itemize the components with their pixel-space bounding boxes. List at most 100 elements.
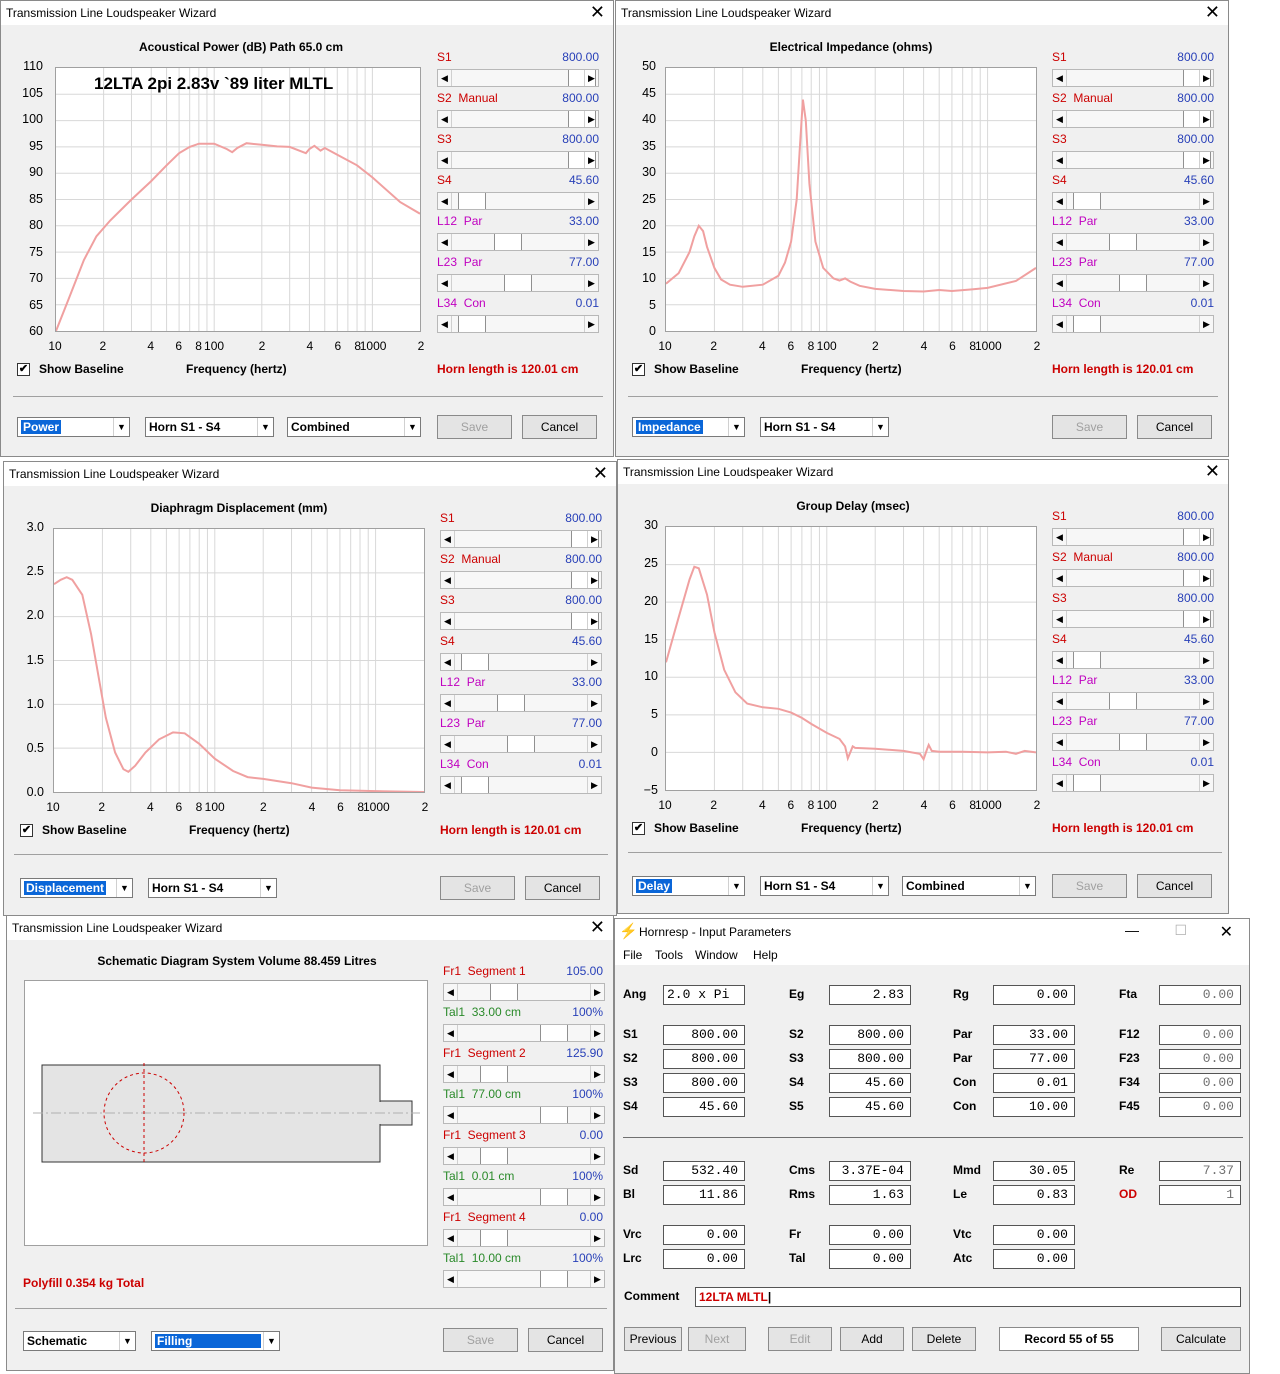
slider-track[interactable]: ◀ ▶ <box>437 274 599 292</box>
slider-track[interactable]: ◀ ▶ <box>1052 274 1214 292</box>
slider-thumb[interactable] <box>1073 652 1101 668</box>
param-slider[interactable]: Tal1 10.00 cm 100% ◀ ▶ <box>443 1251 605 1292</box>
arrow-right-icon[interactable]: ▶ <box>587 531 601 547</box>
param-slider[interactable]: Fr1 Segment 2 125.90 ◀ ▶ <box>443 1046 605 1087</box>
delete-button[interactable]: Delete <box>912 1327 976 1351</box>
arrow-left-icon[interactable]: ◀ <box>444 984 458 1000</box>
minimize-icon[interactable]: — <box>1125 922 1139 938</box>
slider-track[interactable]: ◀ ▶ <box>440 612 602 630</box>
param-field[interactable]: 0.00 <box>993 1249 1075 1269</box>
arrow-left-icon[interactable]: ◀ <box>1053 775 1067 791</box>
slider-thumb[interactable] <box>490 984 518 1000</box>
arrow-right-icon[interactable]: ▶ <box>584 316 598 332</box>
slider-thumb[interactable] <box>1073 316 1101 332</box>
slider-track[interactable]: ◀ ▶ <box>437 315 599 333</box>
param-field[interactable]: 33.00 <box>993 1025 1075 1045</box>
param-field[interactable]: 0.00 <box>829 1249 911 1269</box>
slider-thumb[interactable] <box>497 695 525 711</box>
arrow-left-icon[interactable]: ◀ <box>441 777 455 793</box>
edit-button[interactable]: Edit <box>768 1327 832 1351</box>
arrow-right-icon[interactable]: ▶ <box>590 1271 604 1287</box>
arrow-left-icon[interactable]: ◀ <box>1053 734 1067 750</box>
arrow-left-icon[interactable]: ◀ <box>441 572 455 588</box>
arrow-right-icon[interactable]: ▶ <box>584 234 598 250</box>
arrow-right-icon[interactable]: ▶ <box>1199 275 1213 291</box>
previous-button[interactable]: Previous <box>624 1327 682 1351</box>
param-slider[interactable]: S3 800.00 ◀ ▶ <box>440 593 602 634</box>
arrow-left-icon[interactable]: ◀ <box>1053 529 1067 545</box>
arrow-right-icon[interactable]: ▶ <box>584 152 598 168</box>
param-field[interactable]: 0.00 <box>1159 1097 1241 1117</box>
arrow-left-icon[interactable]: ◀ <box>441 654 455 670</box>
slider-thumb[interactable] <box>540 1189 568 1205</box>
arrow-right-icon[interactable]: ▶ <box>1199 693 1213 709</box>
arrow-left-icon[interactable]: ◀ <box>441 736 455 752</box>
slider-track[interactable]: ◀ ▶ <box>1052 192 1214 210</box>
arrow-right-icon[interactable]: ▶ <box>590 1066 604 1082</box>
slider-thumb[interactable] <box>461 654 489 670</box>
arrow-right-icon[interactable]: ▶ <box>584 70 598 86</box>
maximize-icon[interactable]: ☐ <box>1174 922 1187 939</box>
arrow-left-icon[interactable]: ◀ <box>444 1025 458 1041</box>
slider-track[interactable]: ◀ ▶ <box>1052 692 1214 710</box>
param-slider[interactable]: L12 Par 33.00 ◀ ▶ <box>440 675 602 716</box>
param-field[interactable]: 0.83 <box>993 1185 1075 1205</box>
param-field[interactable]: 45.60 <box>663 1097 745 1117</box>
slider-thumb[interactable] <box>540 1025 568 1041</box>
cancel-button[interactable]: Cancel <box>528 1328 603 1352</box>
param-field[interactable]: 800.00 <box>663 1073 745 1093</box>
slider-track[interactable]: ◀ ▶ <box>443 1229 605 1247</box>
close-icon[interactable]: ✕ <box>590 2 605 22</box>
param-field[interactable]: 2.0 x Pi <box>663 985 745 1005</box>
close-icon[interactable]: ✕ <box>1220 922 1233 942</box>
arrow-right-icon[interactable]: ▶ <box>1199 111 1213 127</box>
param-field[interactable]: 45.60 <box>829 1073 911 1093</box>
param-field[interactable]: 0.00 <box>993 1225 1075 1245</box>
arrow-right-icon[interactable]: ▶ <box>590 1230 604 1246</box>
param-field[interactable]: 0.00 <box>993 985 1075 1005</box>
param-slider[interactable]: S1 800.00 ◀ ▶ <box>437 50 599 91</box>
menu-window[interactable]: Window <box>695 948 738 962</box>
arrow-left-icon[interactable]: ◀ <box>441 695 455 711</box>
arrow-right-icon[interactable]: ▶ <box>590 984 604 1000</box>
param-field[interactable]: 1.63 <box>829 1185 911 1205</box>
arrow-left-icon[interactable]: ◀ <box>1053 193 1067 209</box>
slider-thumb[interactable] <box>1109 693 1137 709</box>
param-slider[interactable]: Fr1 Segment 4 0.00 ◀ ▶ <box>443 1210 605 1251</box>
param-slider[interactable]: S2 Manual 800.00 ◀ ▶ <box>1052 91 1214 132</box>
param-field[interactable]: 3.37E-04 <box>829 1161 911 1181</box>
arrow-right-icon[interactable]: ▶ <box>584 111 598 127</box>
arrow-right-icon[interactable]: ▶ <box>1199 734 1213 750</box>
arrow-right-icon[interactable]: ▶ <box>584 275 598 291</box>
calculate-button[interactable]: Calculate <box>1161 1327 1241 1351</box>
cancel-button[interactable]: Cancel <box>1137 874 1212 898</box>
horn-select[interactable]: Horn S1 - S4 ▼ <box>760 417 889 437</box>
schematic-select[interactable]: Schematic ▼ <box>23 1331 136 1351</box>
slider-track[interactable]: ◀ ▶ <box>1052 528 1214 546</box>
slider-thumb[interactable] <box>458 193 486 209</box>
param-slider[interactable]: S4 45.60 ◀ ▶ <box>1052 173 1214 214</box>
arrow-right-icon[interactable]: ▶ <box>587 613 601 629</box>
arrow-left-icon[interactable]: ◀ <box>444 1066 458 1082</box>
combined-select[interactable]: Combined ▼ <box>902 876 1036 896</box>
slider-thumb[interactable] <box>480 1148 508 1164</box>
param-slider[interactable]: S2 Manual 800.00 ◀ ▶ <box>440 552 602 593</box>
slider-track[interactable]: ◀ ▶ <box>443 1147 605 1165</box>
slider-thumb[interactable] <box>1109 234 1137 250</box>
arrow-right-icon[interactable]: ▶ <box>590 1189 604 1205</box>
arrow-right-icon[interactable]: ▶ <box>587 695 601 711</box>
slider-thumb[interactable] <box>1073 193 1101 209</box>
menu-help[interactable]: Help <box>753 948 778 962</box>
param-field[interactable]: 800.00 <box>829 1025 911 1045</box>
param-field[interactable]: 800.00 <box>663 1025 745 1045</box>
slider-thumb[interactable] <box>1119 734 1147 750</box>
menu-file[interactable]: File <box>623 948 642 962</box>
save-button[interactable]: Save <box>1052 874 1127 898</box>
slider-thumb[interactable] <box>507 736 535 752</box>
param-slider[interactable]: S4 45.60 ◀ ▶ <box>440 634 602 675</box>
horn-select[interactable]: Horn S1 - S4 ▼ <box>148 878 277 898</box>
param-slider[interactable]: Fr1 Segment 3 0.00 ◀ ▶ <box>443 1128 605 1169</box>
param-field[interactable]: 0.01 <box>993 1073 1075 1093</box>
arrow-right-icon[interactable]: ▶ <box>590 1148 604 1164</box>
arrow-right-icon[interactable]: ▶ <box>1199 70 1213 86</box>
